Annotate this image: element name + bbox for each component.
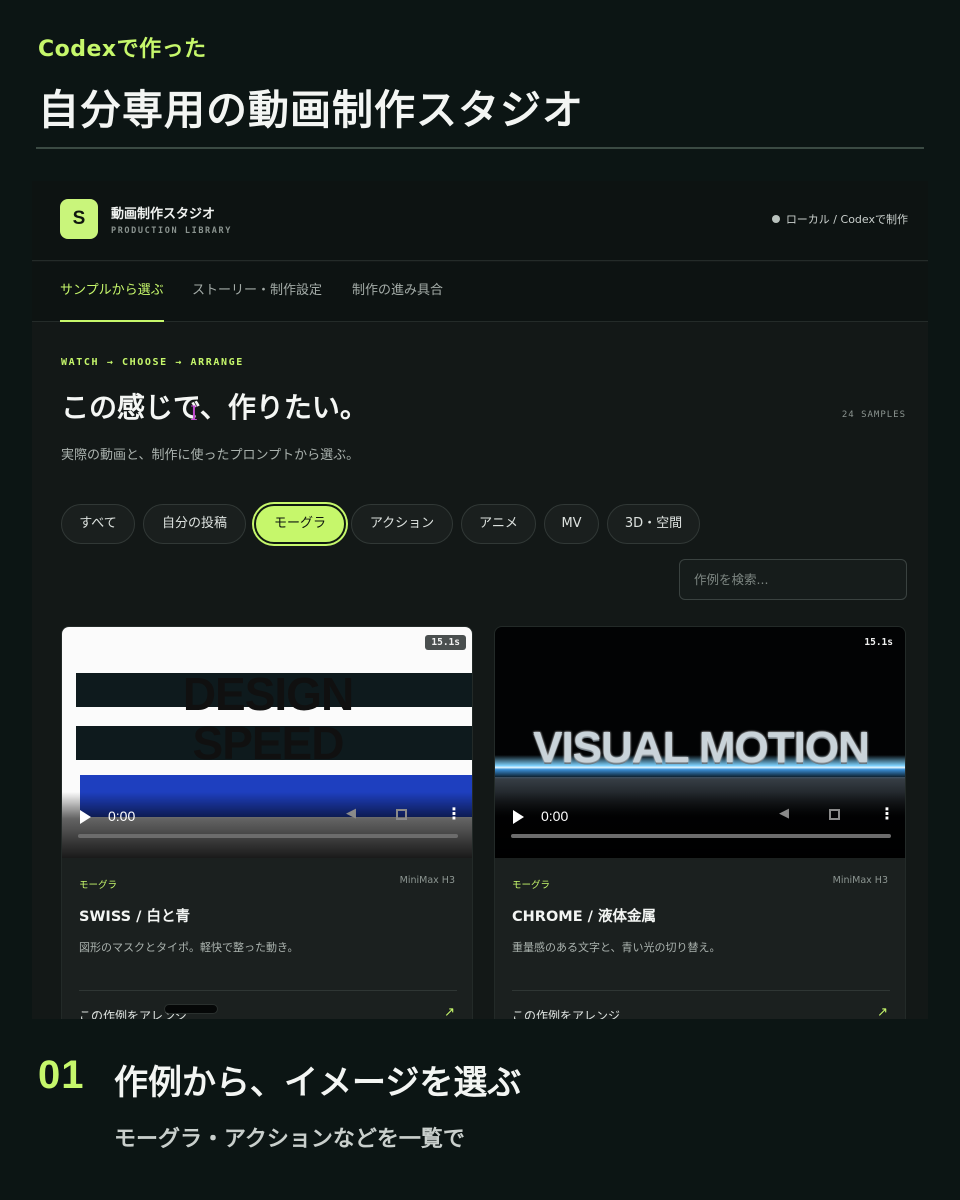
app-logo[interactable]: S bbox=[60, 199, 98, 239]
duration-badge: 15.1s bbox=[425, 635, 466, 650]
step-subtitle: モーグラ・アクションなどを一覧で bbox=[114, 1127, 465, 1152]
tab-progress[interactable]: 制作の進み具合 bbox=[352, 262, 443, 322]
fullscreen-icon[interactable] bbox=[829, 809, 840, 820]
arrow-up-right-icon[interactable]: ↗ bbox=[877, 1005, 888, 1019]
video-text: DESIGN bbox=[182, 668, 354, 720]
video-progress-bar[interactable] bbox=[511, 834, 891, 838]
card-title: CHROME / 液体金属 bbox=[512, 909, 656, 925]
volume-icon[interactable]: ◀ bbox=[779, 806, 789, 821]
chip-action[interactable]: アクション bbox=[351, 504, 453, 544]
card-divider bbox=[512, 990, 890, 991]
sample-card[interactable]: VISUAL MOTION 15.1s 0:00 ◀ ⋮ モーグラ MiniMa… bbox=[494, 626, 906, 1019]
section-description: 実際の動画と、制作に使ったプロンプトから選ぶ。 bbox=[61, 448, 360, 463]
video-text: SPEED bbox=[192, 717, 345, 769]
chip-anime[interactable]: アニメ bbox=[461, 504, 536, 544]
video-player[interactable]: VISUAL MOTION 15.1s 0:00 ◀ ⋮ bbox=[495, 627, 905, 858]
section-title: この感じで、作りたい。 bbox=[61, 391, 368, 424]
video-time: 0:00 bbox=[108, 808, 136, 824]
chip-motion-graphics[interactable]: モーグラ bbox=[254, 504, 346, 544]
hero-divider bbox=[36, 147, 924, 149]
tab-story-settings[interactable]: ストーリー・制作設定 bbox=[192, 262, 322, 322]
chip-3d-space[interactable]: 3D・空間 bbox=[607, 504, 700, 544]
status-label: ローカル / Codexで制作 bbox=[785, 213, 908, 226]
status-indicator: ローカル / Codexで制作 bbox=[771, 211, 908, 227]
section-eyebrow: WATCH → CHOOSE → ARRANGE bbox=[61, 357, 244, 368]
hero-kicker: Codexで作った bbox=[38, 37, 207, 62]
card-model: MiniMax H3 bbox=[832, 875, 888, 886]
home-indicator bbox=[164, 1004, 218, 1014]
tab-bar: サンプルから選ぶ ストーリー・制作設定 制作の進み具合 bbox=[32, 262, 928, 322]
video-time: 0:00 bbox=[541, 808, 569, 824]
play-icon[interactable] bbox=[513, 810, 524, 824]
video-progress-bar[interactable] bbox=[78, 834, 458, 838]
play-icon[interactable] bbox=[80, 810, 91, 824]
card-model: MiniMax H3 bbox=[399, 875, 455, 886]
hero-title: 自分専用の動画制作スタジオ bbox=[38, 86, 584, 134]
more-options-icon[interactable]: ⋮ bbox=[879, 804, 895, 823]
chip-mv[interactable]: MV bbox=[544, 504, 599, 544]
arrow-up-right-icon[interactable]: ↗ bbox=[444, 1005, 455, 1019]
app-window: S 動画制作スタジオ PRODUCTION LIBRARY ローカル / Cod… bbox=[32, 181, 928, 1019]
video-controls: 0:00 ◀ ⋮ bbox=[62, 792, 472, 858]
step-number: 01 bbox=[38, 1053, 85, 1097]
app-header: S 動画制作スタジオ PRODUCTION LIBRARY ローカル / Cod… bbox=[32, 181, 928, 261]
card-description: 図形のマスクとタイポ。軽快で整った動き。 bbox=[79, 941, 299, 954]
card-description: 重量感のある文字と、青い光の切り替え。 bbox=[512, 941, 721, 954]
app-subtitle: PRODUCTION LIBRARY bbox=[111, 226, 232, 236]
app-name: 動画制作スタジオ bbox=[111, 207, 216, 222]
card-category: モーグラ bbox=[512, 880, 551, 891]
sample-card[interactable]: DESIGN SPEED 15.1s 0:00 ◀ ⋮ モーグラ MiniMax… bbox=[61, 626, 473, 1019]
card-title: SWISS / 白と青 bbox=[79, 909, 190, 925]
card-category: モーグラ bbox=[79, 880, 118, 891]
tab-samples[interactable]: サンプルから選ぶ bbox=[60, 262, 164, 322]
chip-all[interactable]: すべて bbox=[61, 504, 135, 544]
step-title: 作例から、イメージを選ぶ bbox=[114, 1063, 522, 1103]
more-options-icon[interactable]: ⋮ bbox=[446, 804, 462, 823]
video-controls: 0:00 ◀ ⋮ bbox=[495, 792, 905, 858]
status-dot-icon bbox=[771, 215, 780, 223]
card-divider bbox=[79, 990, 457, 991]
video-player[interactable]: DESIGN SPEED 15.1s 0:00 ◀ ⋮ bbox=[62, 627, 472, 858]
text-cursor-icon: I bbox=[190, 401, 198, 425]
search-input[interactable] bbox=[679, 559, 907, 600]
duration-badge: 15.1s bbox=[864, 637, 893, 648]
fullscreen-icon[interactable] bbox=[396, 809, 407, 820]
volume-icon[interactable]: ◀ bbox=[346, 806, 356, 821]
sample-count: 24 SAMPLES bbox=[841, 410, 906, 420]
chip-my-posts[interactable]: 自分の投稿 bbox=[143, 504, 246, 544]
video-text: VISUAL MOTION bbox=[533, 723, 870, 772]
arrange-link[interactable]: この作例をアレンジ bbox=[512, 1007, 620, 1019]
